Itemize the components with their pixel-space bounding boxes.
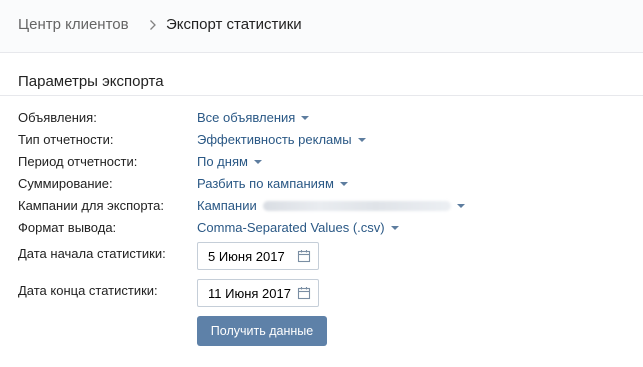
caret-down-icon [301,116,310,120]
get-data-button[interactable]: Получить данные [197,316,327,346]
report-type-label: Тип отчетности: [18,132,114,147]
summation-value: Разбить по кампаниям [197,176,334,191]
ads-label: Объявления: [18,110,97,125]
report-type-value: Эффективность рекламы [197,132,352,147]
campaigns-value: Кампании [197,198,257,213]
campaigns-dropdown[interactable]: Кампании [197,198,465,214]
ads-dropdown[interactable]: Все объявления [197,110,310,126]
output-format-dropdown[interactable]: Comma-Separated Values (.csv) [197,220,399,236]
breadcrumb-current-page: Экспорт статистики [166,16,302,33]
start-date-label: Дата начала статистики: [18,246,166,261]
end-date-value: 11 Июня 2017 [208,286,291,301]
summation-dropdown[interactable]: Разбить по кампаниям [197,176,348,192]
end-date-label: Дата конца статистики: [18,283,158,298]
report-period-value: По дням [197,154,248,169]
chevron-right-icon [150,20,156,30]
calendar-icon[interactable] [297,249,311,263]
calendar-icon[interactable] [297,286,311,300]
report-period-dropdown[interactable]: По дням [197,154,262,170]
section-title: Параметры экспорта [18,73,164,90]
start-date-value: 5 Июня 2017 [208,249,285,264]
breadcrumb-client-center[interactable]: Центр клиентов [18,16,129,34]
caret-down-icon [456,204,465,208]
caret-down-icon [390,226,399,230]
page-header: Центр клиентов Экспорт статистики [0,0,643,53]
caret-down-icon [253,160,262,164]
caret-down-icon [339,182,348,186]
ads-value: Все объявления [197,110,296,125]
end-date-input[interactable]: 11 Июня 2017 [197,279,319,307]
caret-down-icon [357,138,366,142]
section-divider [0,95,643,96]
report-type-dropdown[interactable]: Эффективность рекламы [197,132,366,148]
summation-label: Суммирование: [18,176,113,191]
report-period-label: Период отчетности: [18,154,138,169]
output-format-label: Формат вывода: [18,220,117,235]
campaigns-label: Кампании для экспорта: [18,198,164,213]
output-format-value: Comma-Separated Values (.csv) [197,220,385,235]
start-date-input[interactable]: 5 Июня 2017 [197,242,319,270]
blurred-account-text [262,201,451,211]
